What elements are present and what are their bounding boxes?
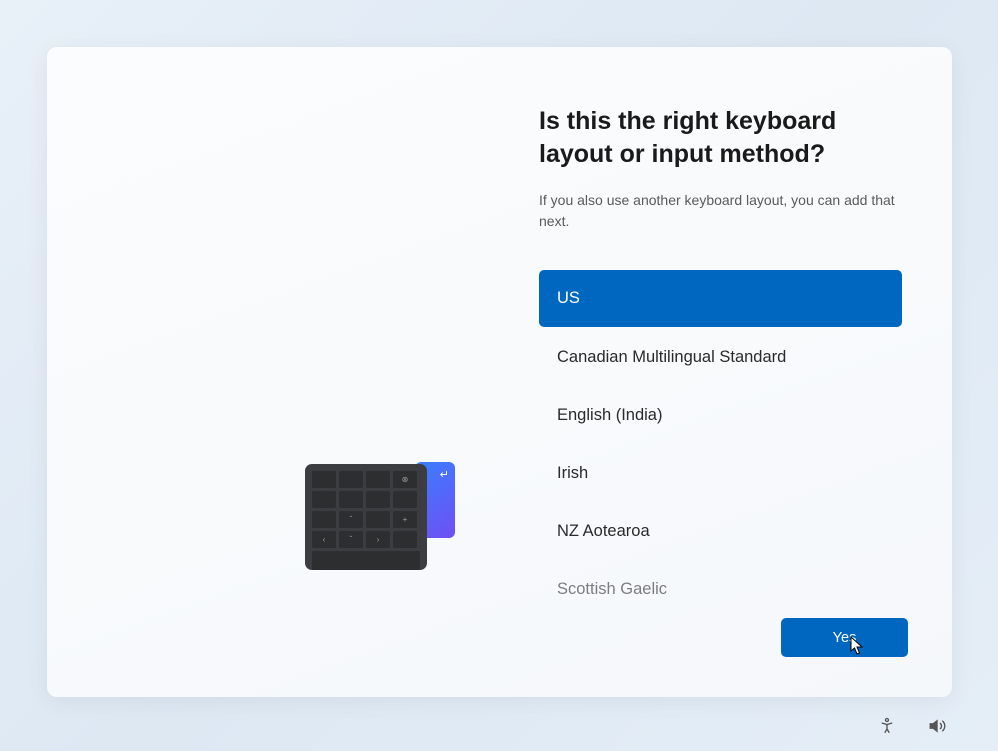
layout-option-nz[interactable]: NZ Aotearoa xyxy=(539,504,902,559)
layout-option-irish[interactable]: Irish xyxy=(539,446,902,501)
layout-option-english-india[interactable]: English (India) xyxy=(539,388,902,443)
layout-option-us[interactable]: US xyxy=(539,270,902,327)
layout-option-canadian[interactable]: Canadian Multilingual Standard xyxy=(539,330,902,385)
content-pane: Is this the right keyboard layout or inp… xyxy=(539,47,952,697)
layout-option-scottish[interactable]: Scottish Gaelic xyxy=(539,562,902,610)
setup-dialog: ⊗ ˆ + ‹ ˇ › xyxy=(47,47,952,697)
illustration-pane: ⊗ ˆ + ‹ ˇ › xyxy=(47,47,539,697)
keyboard-icon: ⊗ ˆ + ‹ ˇ › xyxy=(305,464,455,572)
yes-button[interactable]: Yes xyxy=(781,618,908,657)
page-subtitle: If you also use another keyboard layout,… xyxy=(539,190,902,232)
system-tray xyxy=(876,715,948,737)
accessibility-icon[interactable] xyxy=(876,715,898,737)
volume-icon[interactable] xyxy=(926,715,948,737)
keyboard-layout-list[interactable]: US Canadian Multilingual Standard Englis… xyxy=(539,270,902,610)
page-title: Is this the right keyboard layout or inp… xyxy=(539,105,902,170)
